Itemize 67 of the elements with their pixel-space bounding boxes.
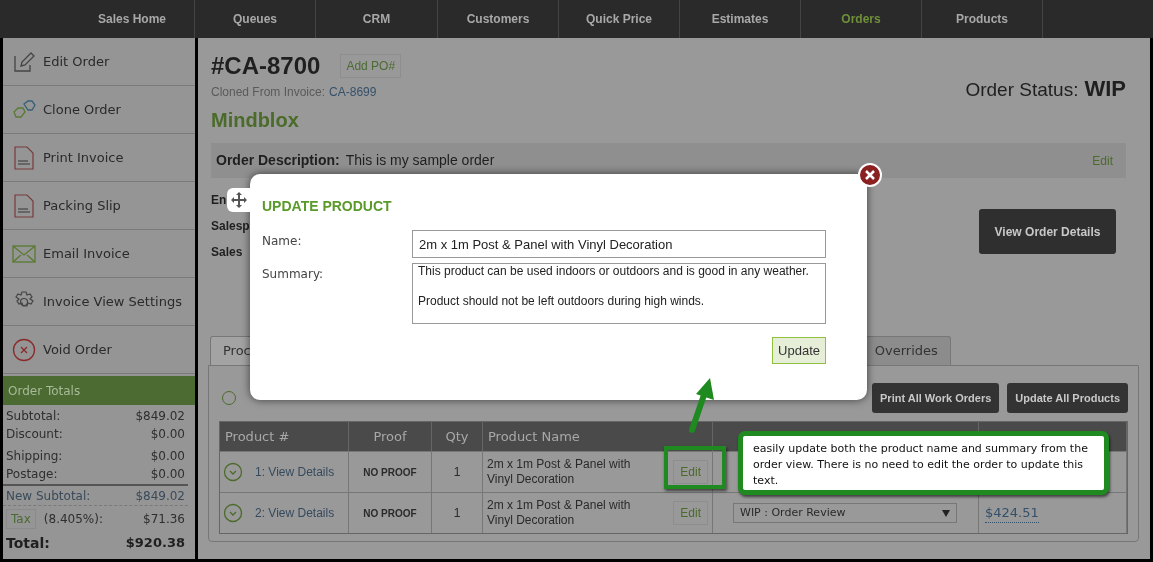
close-icon[interactable] — [858, 163, 882, 187]
total-value: $849.02 — [135, 487, 185, 505]
field-label: Summary: — [262, 266, 325, 283]
move-icon — [231, 192, 247, 208]
field-label: En — [211, 192, 227, 207]
sidebar-action[interactable]: Print Invoice — [3, 134, 195, 182]
pointer-arrow — [689, 378, 714, 433]
sidebar-action[interactable]: Edit Order — [3, 38, 195, 86]
move-handle[interactable] — [227, 188, 251, 212]
description-label: Order Description: — [216, 151, 340, 170]
total-label: Postage: — [6, 466, 58, 483]
sidebar-action[interactable]: Invoice View Settings — [3, 278, 195, 326]
table-cell-text: 1 — [453, 505, 461, 522]
view-details-link[interactable]: 2: View Details — [255, 504, 335, 522]
column-header: Product Name — [483, 422, 713, 451]
sidebar-action[interactable]: Void Order — [3, 326, 195, 374]
column-header: Qty — [432, 422, 483, 451]
x-circle-icon — [12, 337, 36, 362]
table-cell-text: 1 — [453, 464, 461, 481]
panel-header: Order Totals — [3, 376, 195, 405]
product-name: 2m x 1m Post & Panel with Vinyl Decoration — [487, 457, 632, 487]
status-select[interactable]: WIP : Order Review — [733, 503, 957, 523]
description-text: This is my sample order — [345, 151, 495, 170]
name-input[interactable]: 2m x 1m Post & Panel with Vinyl Decoration — [412, 230, 826, 258]
product-name: 2m x 1m Post & Panel with Vinyl Decoration — [487, 498, 632, 528]
highlight-frame — [664, 446, 726, 489]
customer-name: Mindblox — [211, 108, 300, 133]
total-value: $849.02 — [135, 408, 185, 425]
pdf-file-icon — [13, 144, 35, 171]
toolbar-button[interactable]: Print All Work Orders — [872, 383, 1000, 413]
field-label: Name: — [262, 233, 303, 250]
total-value: $920.38 — [125, 534, 185, 553]
view-details-link[interactable]: 1: View Details — [255, 463, 335, 481]
update-button[interactable]: Update — [772, 337, 826, 364]
caret-icon[interactable] — [942, 509, 950, 517]
total-value: $0.00 — [150, 426, 185, 443]
column-header: Proof — [349, 422, 432, 451]
tax-rate: (8.405%): — [43, 511, 104, 528]
pdf-file-icon — [13, 192, 35, 219]
proof-status: NO PROOF — [363, 465, 417, 480]
column-header: Product # — [220, 422, 349, 451]
cloned-label: Cloned From Invoice: — [211, 84, 326, 101]
invoice-link[interactable]: CA-8699 — [329, 83, 377, 101]
callout: easily update both the product name and summary from the order view. There is no need to edit the order to update this text. — [738, 431, 1109, 495]
modal-title: UPDATE PRODUCT — [262, 197, 393, 216]
field-label: Salesp — [211, 218, 250, 233]
field-label: Sales — [211, 244, 243, 259]
view-details-button[interactable]: View Order Details — [979, 209, 1116, 254]
proof-status: NO PROOF — [363, 506, 417, 521]
total-value: $0.00 — [150, 466, 185, 483]
status-label: Order Status: — [965, 78, 1079, 102]
order-number: #CA-8700 — [211, 52, 321, 80]
total-label: Subtotal: — [6, 408, 61, 425]
sidebar-action[interactable]: Email Invoice — [3, 230, 195, 278]
total-value: $71.36 — [143, 511, 185, 528]
summary-textarea[interactable]: This product can be used indoors or outdoors and is good in any weather. Product should not be left outdoors during high winds. — [412, 263, 826, 324]
total-label: New Subtotal: — [6, 487, 91, 505]
total-label: Shipping: — [6, 448, 63, 465]
order-status: WIP — [1084, 75, 1126, 103]
envelope-icon — [12, 244, 36, 263]
sidebar-action[interactable]: Packing Slip — [3, 182, 195, 230]
total-value: $0.00 — [150, 448, 185, 465]
total-label: Total: — [6, 533, 50, 553]
price-link[interactable]: $424.51 — [985, 502, 1039, 524]
toolbar-button[interactable]: Update All Products — [1007, 383, 1128, 413]
sidebar-action[interactable]: Clone Order — [3, 86, 195, 134]
total-label: Discount: — [6, 426, 63, 443]
